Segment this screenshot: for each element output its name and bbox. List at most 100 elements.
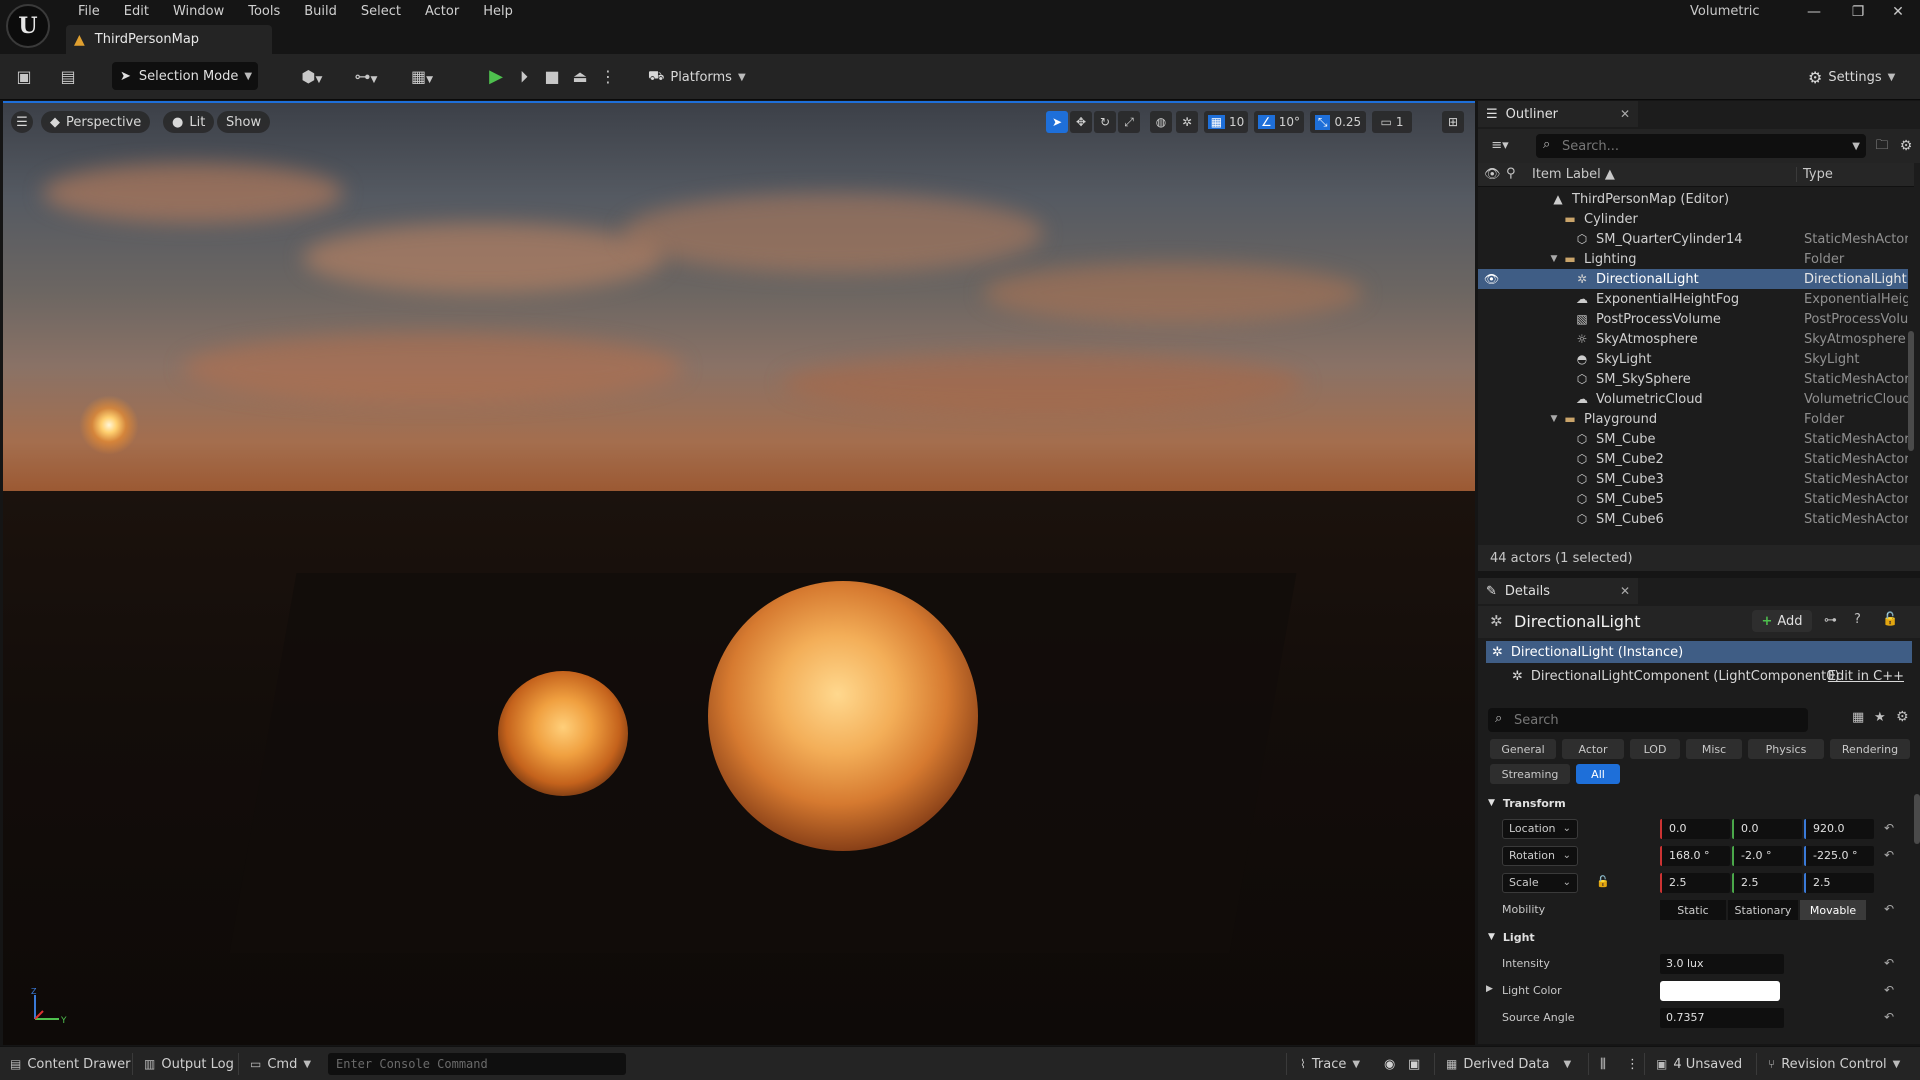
rotation-dropdown[interactable]: Rotation ⌄ (1502, 846, 1578, 866)
menu-actor[interactable]: Actor (413, 2, 471, 22)
blueprint-icon[interactable]: ⊶▼ (346, 65, 386, 89)
record-icon[interactable]: ◉ (1384, 1055, 1395, 1073)
menu-file[interactable]: File (66, 2, 112, 22)
details-search-input[interactable]: ⌕ Search (1488, 708, 1808, 732)
translate-tool-icon[interactable]: ✥ (1070, 111, 1092, 133)
filter-icon[interactable]: ≡▾ (1484, 134, 1516, 158)
list-item[interactable]: ⬡ SM_SkySphere StaticMeshActor (1478, 369, 1908, 389)
location-dropdown[interactable]: Location ⌄ (1502, 819, 1578, 839)
scale-z-field[interactable]: 2.5 (1804, 873, 1874, 893)
stop-icon[interactable]: ■ (540, 65, 564, 89)
table-view-icon[interactable]: ▦ (1852, 710, 1864, 725)
level-viewport[interactable]: ☰ ◆ Perspective ● Lit Show ➤ ✥ ↻ ⤢ ◍ ✲ ▦… (3, 101, 1475, 1045)
add-actor-icon[interactable]: ⬢▼ (292, 65, 332, 89)
content-browse-icon[interactable]: ▤ (56, 65, 80, 89)
select-tool-icon[interactable]: ➤ (1046, 111, 1068, 133)
more-options-icon[interactable]: ⋮ (1626, 1055, 1639, 1073)
restore-icon[interactable]: ❐ (1840, 0, 1876, 24)
close-icon[interactable]: ✕ (1620, 107, 1630, 121)
light-color-swatch[interactable] (1660, 981, 1780, 1001)
scale-tool-icon[interactable]: ⤢ (1118, 111, 1140, 133)
category-actor[interactable]: Actor (1562, 739, 1624, 759)
gear-icon[interactable]: ⚙ (1896, 709, 1909, 725)
rotation-y-field[interactable]: -2.0 ° (1732, 846, 1802, 866)
add-folder-icon[interactable]: 🗀 (1870, 134, 1894, 158)
list-item[interactable]: ☁ ExponentialHeightFog ExponentialHeigh (1478, 289, 1908, 309)
outliner-scrollbar[interactable] (1908, 331, 1914, 451)
close-window-icon[interactable]: ✕ (1880, 0, 1916, 24)
rotation-z-field[interactable]: -225.0 ° (1804, 846, 1874, 866)
reset-icon[interactable]: ↶ (1884, 848, 1894, 862)
mobility-static[interactable]: Static (1660, 900, 1726, 920)
grid-snap-button[interactable]: ▦ 10 (1204, 111, 1248, 133)
reset-icon[interactable]: ↶ (1884, 956, 1894, 970)
selection-mode-dropdown[interactable]: ➤ Selection Mode ▼ (112, 62, 258, 90)
help-icon[interactable]: ? (1854, 612, 1861, 627)
expand-arrow-icon[interactable]: ▼ (1548, 414, 1560, 424)
location-x-field[interactable]: 0.0 (1660, 819, 1730, 839)
cmd-dropdown[interactable]: ▭ Cmd ▼ (250, 1055, 311, 1073)
blueprint-icon[interactable]: ⊶ (1824, 613, 1837, 628)
show-button[interactable]: Show (217, 111, 271, 133)
category-misc[interactable]: Misc (1686, 739, 1742, 759)
list-item-selected[interactable]: 👁 ✲ DirectionalLight DirectionalLight (1478, 269, 1908, 289)
screenshot-icon[interactable]: ▣ (1408, 1055, 1420, 1073)
category-streaming[interactable]: Streaming (1490, 764, 1570, 784)
save-icon[interactable]: ▣ (12, 65, 36, 89)
close-icon[interactable]: ✕ (1620, 584, 1630, 598)
category-all[interactable]: All (1576, 764, 1620, 784)
source-control-icon[interactable]: ⫼ (1600, 1055, 1606, 1073)
lock-icon[interactable]: 🔓 (1596, 875, 1610, 888)
scale-y-field[interactable]: 2.5 (1732, 873, 1802, 893)
list-item[interactable]: ⬡ SM_Cube3 StaticMeshActor (1478, 469, 1908, 489)
minimize-icon[interactable]: — (1796, 0, 1832, 24)
scale-x-field[interactable]: 2.5 (1660, 873, 1730, 893)
scale-snap-button[interactable]: ⤡ 0.25 (1310, 111, 1366, 133)
reset-icon[interactable]: ↶ (1884, 1010, 1894, 1024)
document-tab[interactable]: ▲ ThirdPersonMap (66, 25, 272, 54)
outliner-tab[interactable]: ☰ Outliner ✕ (1478, 101, 1638, 127)
camera-speed-button[interactable]: ▭ 1 (1372, 111, 1412, 133)
world-local-icon[interactable]: ◍ (1150, 111, 1172, 133)
rotation-x-field[interactable]: 168.0 ° (1660, 846, 1730, 866)
gear-icon[interactable]: ⚙ (1894, 134, 1918, 158)
list-item[interactable]: ▼ ▬ Playground Folder (1478, 409, 1908, 429)
type-column[interactable]: Type (1796, 167, 1833, 182)
menu-select[interactable]: Select (349, 2, 413, 22)
reset-icon[interactable]: ↶ (1884, 983, 1894, 997)
step-icon[interactable]: ⏵ (512, 65, 536, 89)
expand-arrow-icon[interactable]: ▶ (1486, 984, 1493, 994)
outliner-search-input[interactable]: ⌕ Search... ▼ (1536, 134, 1866, 158)
pin-icon[interactable]: ⚲ (1506, 166, 1516, 181)
list-item[interactable]: ◓ SkyLight SkyLight (1478, 349, 1908, 369)
scale-dropdown[interactable]: Scale ⌄ (1502, 873, 1578, 893)
details-tab[interactable]: ✎ Details ✕ (1478, 578, 1638, 604)
category-physics[interactable]: Physics (1748, 739, 1824, 759)
menu-build[interactable]: Build (292, 2, 349, 22)
viewport-layout-icon[interactable]: ⊞ (1442, 111, 1464, 133)
settings-button[interactable]: ⚙ Settings ▼ (1808, 65, 1895, 89)
visibility-eye-icon[interactable]: 👁 (1484, 167, 1501, 182)
star-icon[interactable]: ★ (1874, 710, 1886, 725)
rotation-snap-button[interactable]: ∠ 10° (1254, 111, 1304, 133)
reset-icon[interactable]: ↶ (1884, 902, 1894, 916)
lock-icon[interactable]: 🔓 (1882, 612, 1898, 627)
light-section[interactable]: ▼ Light (1478, 926, 1914, 948)
surface-snap-icon[interactable]: ✲ (1176, 111, 1198, 133)
details-scrollbar[interactable] (1914, 794, 1920, 844)
list-item[interactable]: ☼ SkyAtmosphere SkyAtmosphere (1478, 329, 1908, 349)
platforms-button[interactable]: ⛟ Platforms ▼ (648, 65, 746, 89)
source-angle-field[interactable]: 0.7357 (1660, 1008, 1784, 1028)
derived-data-button[interactable]: ▦ Derived Data ▼ (1446, 1055, 1571, 1073)
output-log-button[interactable]: ▥ Output Log (144, 1055, 234, 1073)
item-label-column[interactable]: Item Label ▲ (1532, 167, 1615, 182)
category-general[interactable]: General (1490, 739, 1556, 759)
list-item[interactable]: ⬡ SM_Cube StaticMeshActor (1478, 429, 1908, 449)
revision-control-button[interactable]: ⑂ Revision Control ▼ (1768, 1055, 1900, 1073)
list-item[interactable]: ▼ ▬ Lighting Folder (1478, 249, 1908, 269)
list-item[interactable]: ⬡ SM_QuarterCylinder14 StaticMeshActor (1478, 229, 1908, 249)
eject-icon[interactable]: ⏏ (568, 65, 592, 89)
rotate-tool-icon[interactable]: ↻ (1094, 111, 1116, 133)
list-item[interactable]: ⬡ SM_Cube2 StaticMeshActor (1478, 449, 1908, 469)
view-mode-button[interactable]: ● Lit (163, 111, 215, 133)
